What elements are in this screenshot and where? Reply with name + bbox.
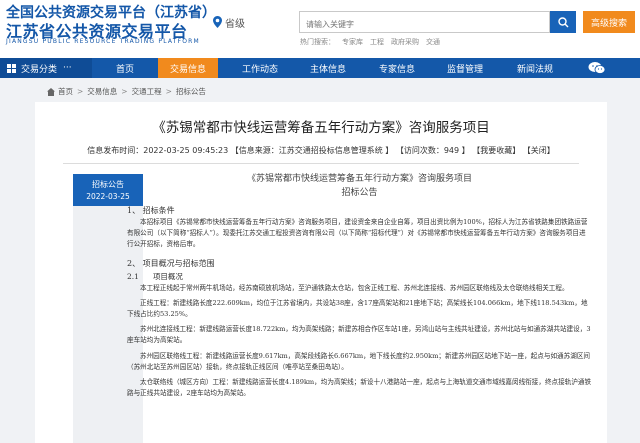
- nav-item-supervision[interactable]: 监督管理: [430, 58, 500, 78]
- article-body: 《苏锡常都市快线运营筹备五年行动方案》咨询服务项目 招标公告 1、 招标条件 本…: [127, 172, 592, 399]
- search-box: [299, 11, 550, 35]
- paragraph: 太仓联络线（城区方向）工程：新建线路运营长度4.189km，均为高架线；新设十八…: [127, 378, 592, 398]
- nav-item-work-news[interactable]: 工作动态: [225, 58, 295, 78]
- logo-subtitle: JIANGSU PUBLIC RESOURCE TRADING PLATFORM: [6, 38, 200, 45]
- breadcrumb-separator: >: [121, 87, 128, 96]
- nav-item-entity-info[interactable]: 主体信息: [293, 58, 363, 78]
- subsection-title: 项目概况: [152, 271, 183, 281]
- hot-word-link[interactable]: 交通: [426, 38, 440, 46]
- site-header: 全国公共资源交易平台（江苏省） 江苏省公共资源交易平台 JIANGSU PUBL…: [0, 0, 640, 58]
- article-title: 《苏锡常都市快线运营筹备五年行动方案》咨询服务项目: [246, 174, 472, 184]
- paragraph: 苏州北连接线工程：新建线路运营长度18.722km，均为高架线路；新建苏相合作区…: [127, 325, 591, 345]
- hot-word-link[interactable]: 专家库: [342, 38, 363, 46]
- breadcrumb-traffic-engineering[interactable]: 交通工程: [132, 86, 162, 97]
- advanced-search-button[interactable]: 高级搜索: [583, 11, 635, 33]
- search-icon: [557, 16, 568, 27]
- home-icon: [47, 87, 55, 96]
- page-title: 《苏锡常都市快线运营筹备五年行动方案》咨询服务项目: [152, 120, 490, 136]
- breadcrumb-home[interactable]: 首页: [58, 86, 73, 97]
- paragraph: 正线工程：新建线路长度222.609km，均位于江苏省境内，共设站38座，含17…: [127, 298, 588, 319]
- nav-category-label: 交易分类: [21, 64, 58, 75]
- breadcrumb-separator: >: [77, 87, 84, 96]
- nav-item-home[interactable]: 首页: [92, 58, 158, 78]
- subsection-heading: 2.1 项目概况: [127, 270, 592, 283]
- nav-item-news-laws[interactable]: 新闻法规: [500, 58, 570, 78]
- notice-meta: 信息发布时间：2022-03-25 09:45:23 【信息来源：江苏交通招投标…: [87, 146, 555, 155]
- nav-item-expert-info[interactable]: 专家信息: [362, 58, 432, 78]
- location-pin-icon: [213, 16, 222, 28]
- nav-category-menu[interactable]: 交易分类 ···: [0, 58, 92, 78]
- hot-word-link[interactable]: 政府采购: [391, 38, 419, 46]
- breadcrumb-trade-info[interactable]: 交易信息: [87, 86, 117, 97]
- search-input[interactable]: [300, 14, 549, 35]
- section-heading: 1、 招标条件: [127, 206, 175, 215]
- section-heading: 2、 项目概况与招标范围: [127, 258, 215, 268]
- breadcrumb: 首页 > 交易信息 > 交通工程 > 招标公告: [47, 86, 206, 97]
- search-button[interactable]: [550, 11, 576, 33]
- hot-words-label: 热门搜索：: [300, 38, 335, 46]
- nav-item-trade-info[interactable]: 交易信息: [158, 58, 218, 78]
- grid-icon: [7, 63, 16, 73]
- content-card: 《苏锡常都市快线运营筹备五年行动方案》咨询服务项目 信息发布时间：2022-03…: [35, 102, 607, 443]
- hot-word-link[interactable]: 工程: [370, 38, 384, 46]
- more-dots-icon: ···: [63, 63, 72, 73]
- province-selector[interactable]: 省级: [225, 15, 245, 30]
- article-subtitle: 招标公告: [341, 188, 378, 198]
- subsection-number: 2.1: [127, 271, 139, 281]
- paragraph: 本招标项目《苏锡常都市快线运营筹备五年行动方案》咨询服务项目，建设资金来自企业自…: [127, 218, 588, 249]
- wechat-icon[interactable]: [588, 61, 606, 75]
- breadcrumb-tender-notice[interactable]: 招标公告: [176, 86, 206, 97]
- main-nav: 交易分类 ··· 首页 交易信息 工作动态 主体信息 专家信息 监督管理 新闻法…: [0, 58, 640, 78]
- paragraph: 苏州园区联络线工程：新建线路运营长度9.617km，高架段线路长6.667km，…: [127, 351, 591, 371]
- breadcrumb-separator: >: [165, 87, 172, 96]
- hot-search-words: 热门搜索： 专家库 工程 政府采购 交通: [300, 37, 447, 47]
- paragraph: 本工程正线起于常州两牛机场站，经苏南硕放机场站，至沪通铁路太仓站，包含正线工程、…: [140, 283, 569, 292]
- title-divider: [63, 163, 579, 164]
